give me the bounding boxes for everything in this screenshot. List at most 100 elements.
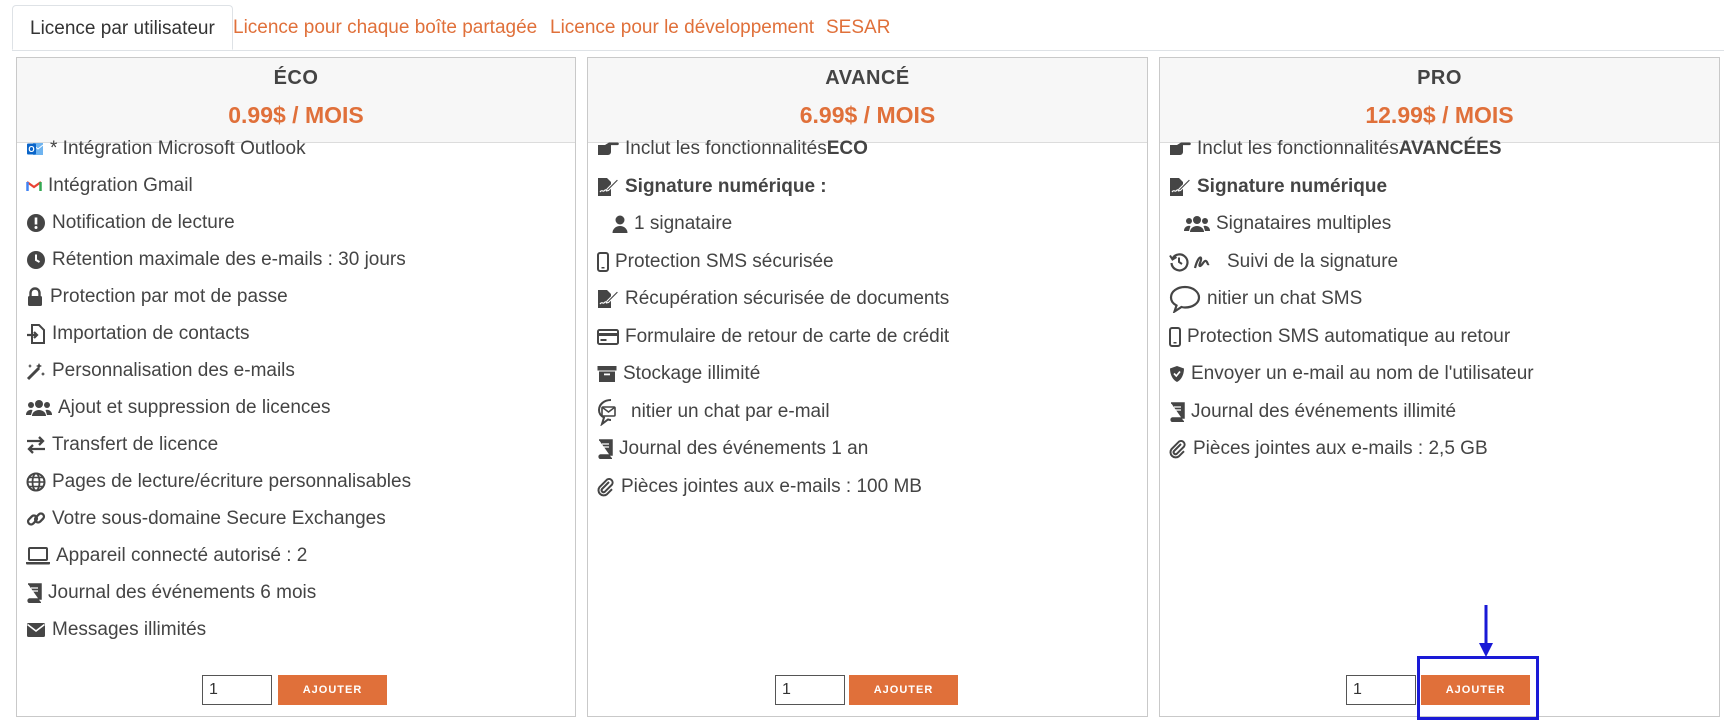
lock-icon — [26, 287, 44, 307]
plan-name: AVANCÉ — [825, 67, 910, 89]
feature-item: 1 signataire — [612, 209, 732, 239]
users-icon — [26, 399, 52, 417]
feature-text: nitier un chat SMS — [1207, 288, 1363, 309]
feature-item: Envoyer un e-mail au nom de l'utilisateu… — [1169, 359, 1534, 389]
feature-text: Appareil connecté autorisé : 2 — [56, 545, 308, 566]
plan-price: 0.99$ / MOIS — [228, 102, 364, 128]
plan-header: ÉCO 0.99$ / MOIS — [17, 58, 575, 143]
feature-item: Appareil connecté autorisé : 2 — [26, 541, 307, 571]
feature-text: Rétention maximale des e-mails : 30 jour… — [52, 249, 406, 270]
feature-item: Notification de lecture — [26, 208, 235, 238]
feature-text: Votre sous-domaine Secure Exchanges — [52, 508, 386, 529]
shield-icon — [1169, 365, 1185, 383]
hand-point-right-icon — [597, 141, 619, 157]
link-icon — [26, 509, 46, 529]
mobile-icon — [597, 251, 609, 272]
gmail-icon — [26, 179, 42, 193]
paperclip-icon — [597, 477, 615, 497]
feature-text: Stockage illimité — [623, 363, 761, 384]
magic-wand-icon — [26, 361, 46, 381]
mobile-icon — [1169, 326, 1181, 347]
plan-card-pro: PRO 12.99$ / MOIS Inclut les fonctionnal… — [1159, 57, 1720, 717]
users-icon — [1184, 215, 1210, 233]
add-eco-button[interactable]: AJOUTER — [278, 675, 387, 705]
plan-name: ÉCO — [273, 67, 319, 89]
comment-envelope-icon — [597, 398, 625, 426]
feature-text: Journal des événements illimité — [1191, 400, 1457, 422]
tab-sesar[interactable]: SESAR — [809, 5, 907, 50]
feature-item: Récupération sécurisée de documents — [597, 284, 949, 314]
plan-name: PRO — [1417, 67, 1462, 89]
feature-item: Protection SMS sécurisée — [597, 247, 834, 277]
highlight-box — [1417, 656, 1539, 720]
feature-text: Suivi de la signature — [1227, 250, 1399, 272]
feature-item: Stockage illimité — [597, 359, 760, 389]
feature-item: Journal des événements illimité — [1169, 397, 1456, 427]
hand-point-right-icon — [1169, 141, 1191, 157]
feature-text: Protection SMS automatique au retour — [1187, 325, 1511, 347]
feature-item: Journal des événements 1 an — [597, 434, 868, 464]
credit-card-icon — [597, 328, 619, 345]
feature-item: Transfert de licence — [26, 430, 218, 460]
tab-licence-par-utilisateur[interactable]: Licence par utilisateur — [12, 5, 233, 50]
feature-item: Signature numérique — [1169, 172, 1387, 202]
arrow-down-icon — [1479, 605, 1493, 657]
globe-icon — [26, 472, 46, 492]
clock-icon — [26, 250, 46, 270]
outlook-icon: O — [26, 140, 44, 158]
feature-text: Personnalisation des e-mails — [52, 360, 295, 381]
feature-item: Intégration Gmail — [26, 171, 193, 201]
feature-item: Inclut les fonctionnalités AVANCÉES — [1169, 134, 1502, 164]
paperclip-icon — [1169, 439, 1187, 459]
tab-licence-boite-partagee[interactable]: Licence pour chaque boîte partagée — [216, 5, 554, 50]
comment-icon — [1169, 285, 1201, 313]
feature-text: Pièces jointes aux e-mails : 2,5 GB — [1193, 438, 1488, 459]
quantity-input[interactable] — [1346, 675, 1416, 705]
quantity-input[interactable] — [775, 675, 845, 705]
file-signature-icon — [597, 177, 619, 197]
feature-bold-text: Signature numérique : — [625, 175, 827, 197]
feature-text: Messages illimités — [52, 619, 207, 640]
feature-text: Récupération sécurisée de documents — [625, 288, 950, 309]
feature-item: Protection SMS automatique au retour — [1169, 322, 1510, 352]
feature-text: Transfert de licence — [52, 434, 219, 455]
quantity-input[interactable] — [202, 675, 272, 705]
feature-item: Importation de contacts — [26, 319, 250, 349]
feature-item: Formulaire de retour de carte de crédit — [597, 322, 949, 352]
feature-text: Importation de contacts — [52, 323, 250, 344]
feature-bold-text: AVANCÉES — [1398, 138, 1502, 159]
feature-item: Pages de lecture/écriture personnalisabl… — [26, 467, 411, 497]
feature-text: * Intégration Microsoft Outlook — [50, 138, 306, 159]
feature-text: Protection SMS sécurisée — [615, 250, 834, 272]
feature-item: Suivi de la signature — [1169, 247, 1398, 277]
feature-item: Personnalisation des e-mails — [26, 356, 295, 386]
feature-item: nitier un chat SMS — [1169, 284, 1362, 314]
feature-bold-text: Signature numérique — [1197, 175, 1388, 197]
feature-text: Inclut les fonctionnalités — [1197, 138, 1399, 159]
feature-item: Votre sous-domaine Secure Exchanges — [26, 504, 386, 534]
feature-item: Signataires multiples — [1184, 209, 1391, 239]
plan-card-eco: ÉCO 0.99$ / MOIS O * Intégration Microsof… — [16, 57, 576, 717]
feature-item: Pièces jointes aux e-mails : 100 MB — [597, 472, 922, 502]
feature-text: Notification de lecture — [52, 212, 235, 233]
feature-item: Inclut les fonctionnalités ECO — [597, 134, 868, 164]
feature-text: Protection par mot de passe — [50, 286, 288, 307]
plan-card-avance: AVANCÉ 6.99$ / MOIS Inclut les fonctionn… — [587, 57, 1148, 717]
feature-text: Pièces jointes aux e-mails : 100 MB — [621, 475, 922, 497]
feature-text: Signataires multiples — [1216, 213, 1392, 234]
envelope-icon — [26, 622, 46, 638]
tab-licence-developpement[interactable]: Licence pour le développement — [533, 5, 831, 50]
plan-price: 6.99$ / MOIS — [799, 102, 936, 128]
add-avance-button[interactable]: AJOUTER — [849, 675, 958, 705]
feature-item: nitier un chat par e-mail — [597, 397, 830, 427]
feature-bold-text: ECO — [826, 138, 868, 159]
file-signature-icon — [597, 289, 619, 309]
archive-box-icon — [597, 365, 617, 383]
feature-text: Inclut les fonctionnalités — [625, 138, 827, 159]
feature-item: Journal des événements 6 mois — [26, 578, 316, 608]
feature-text: Intégration Gmail — [48, 175, 193, 196]
feature-item: O * Intégration Microsoft Outlook — [26, 134, 306, 164]
plan-header: AVANCÉ 6.99$ / MOIS — [588, 58, 1147, 143]
feature-text: Pages de lecture/écriture personnalisabl… — [52, 471, 412, 492]
feature-item: Protection par mot de passe — [26, 282, 288, 312]
